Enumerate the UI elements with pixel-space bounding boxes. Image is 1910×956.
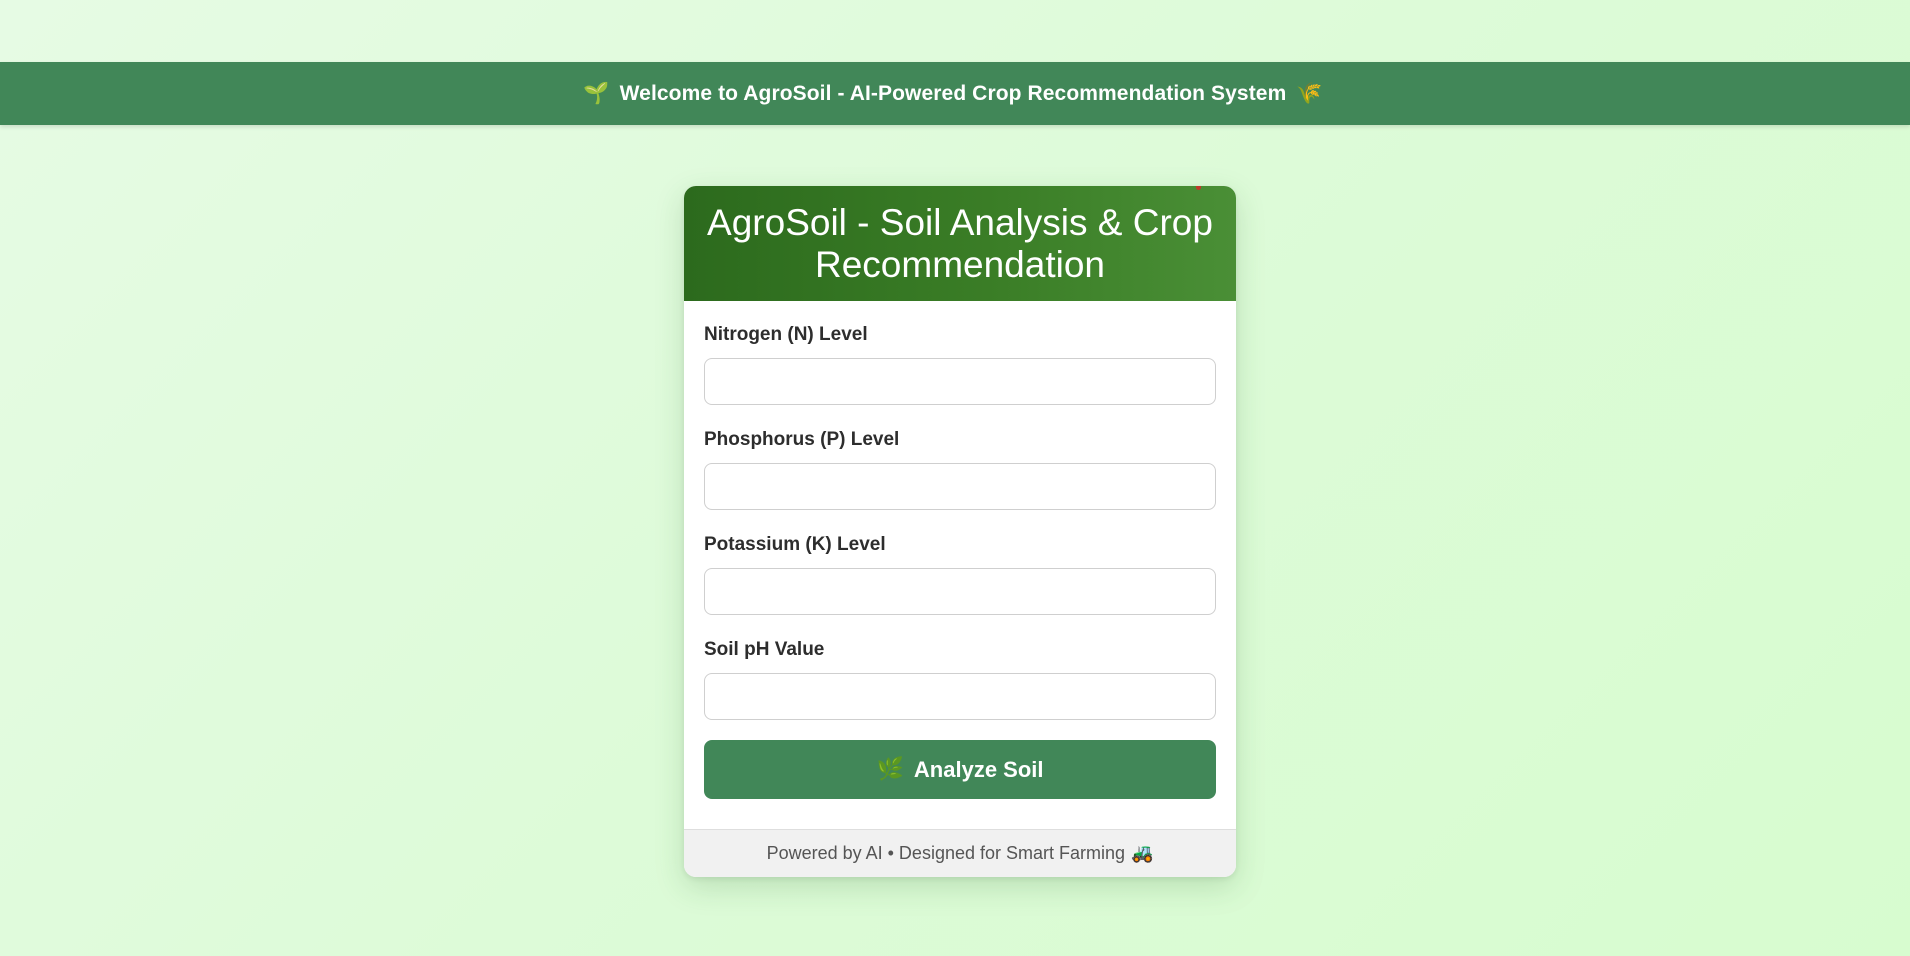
potassium-label: Potassium (K) Level: [704, 534, 886, 555]
potassium-field: Potassium (K) Level: [704, 533, 1216, 615]
seedling-icon: 🌱: [583, 81, 610, 105]
card-header: AgroSoil - Soil Analysis & Crop Recommen…: [684, 186, 1236, 301]
welcome-banner: 🌱 Welcome to AgroSoil - AI-Powered Crop …: [0, 62, 1910, 125]
ph-input[interactable]: [704, 673, 1216, 720]
phosphorus-label: Phosphorus (P) Level: [704, 429, 900, 450]
ph-field: Soil pH Value: [704, 638, 1216, 720]
soil-analysis-card: AgroSoil - Soil Analysis & Crop Recommen…: [684, 186, 1236, 877]
analyze-soil-button[interactable]: 🌿 Analyze Soil: [704, 740, 1216, 799]
phosphorus-input[interactable]: [704, 463, 1216, 510]
nitrogen-field: Nitrogen (N) Level: [704, 323, 1216, 405]
wheat-icon: 🌾: [1296, 81, 1323, 105]
welcome-banner-content: 🌱 Welcome to AgroSoil - AI-Powered Crop …: [583, 81, 1322, 106]
footer-text: Powered by AI • Designed for Smart Farmi…: [766, 843, 1126, 863]
phosphorus-field: Phosphorus (P) Level: [704, 428, 1216, 510]
potassium-input[interactable]: [704, 568, 1216, 615]
card-footer: Powered by AI • Designed for Smart Farmi…: [684, 829, 1236, 877]
herb-icon: 🌿: [876, 757, 904, 782]
soil-analysis-form: Nitrogen (N) Level Phosphorus (P) Level …: [684, 323, 1236, 799]
welcome-banner-text: Welcome to AgroSoil - AI-Powered Crop Re…: [619, 81, 1287, 105]
nitrogen-label: Nitrogen (N) Level: [704, 324, 868, 345]
ph-label: Soil pH Value: [704, 639, 825, 660]
analyze-soil-label: Analyze Soil: [913, 756, 1044, 782]
tractor-icon: 🚜: [1131, 843, 1154, 864]
nitrogen-input[interactable]: [704, 358, 1216, 405]
card-title: AgroSoil - Soil Analysis & Crop Recommen…: [707, 201, 1213, 285]
header-accent-dot: [1196, 186, 1201, 190]
